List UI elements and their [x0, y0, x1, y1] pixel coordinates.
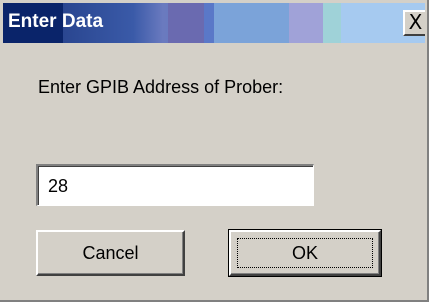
gpib-address-input[interactable]: 28: [36, 164, 314, 206]
title-bar-stripe: [204, 3, 214, 43]
cancel-button-label: Cancel: [82, 242, 139, 263]
title-bar-stripe: [214, 3, 289, 43]
close-icon: X: [408, 10, 423, 34]
cancel-button[interactable]: Cancel: [36, 230, 185, 276]
enter-data-dialog: Enter Data X Enter GPIB Address of Probe…: [0, 0, 429, 302]
title-bar-stripe: [168, 3, 204, 43]
ok-button[interactable]: OK: [228, 229, 382, 277]
prompt-label: Enter GPIB Address of Prober:: [38, 77, 284, 97]
ok-button-label: OK: [291, 242, 318, 263]
window-title: Enter Data: [8, 11, 104, 32]
input-value: 28: [48, 176, 69, 196]
title-bar-stripe: [323, 3, 341, 43]
title-bar-stripe: [341, 3, 401, 43]
title-bar-stripe: [289, 3, 323, 43]
close-button[interactable]: X: [403, 10, 425, 36]
title-bar[interactable]: Enter Data X: [3, 3, 425, 43]
